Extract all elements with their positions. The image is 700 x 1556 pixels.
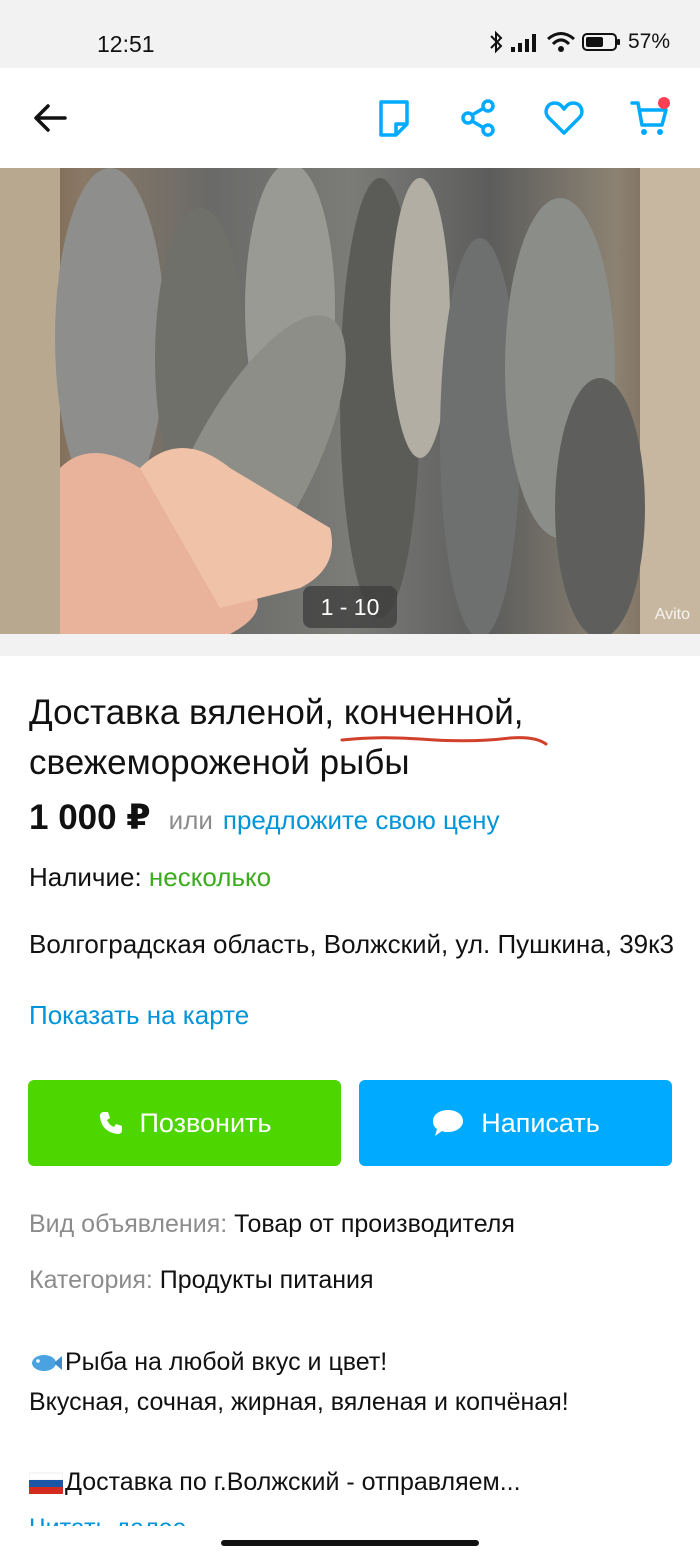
param-label: Категория: bbox=[29, 1266, 160, 1294]
share-icon bbox=[461, 99, 495, 137]
app-bar bbox=[0, 68, 700, 168]
message-button[interactable]: Написать bbox=[359, 1080, 672, 1166]
fish-emoji-icon bbox=[32, 1355, 62, 1372]
price: 1 000 ₽ bbox=[29, 798, 151, 837]
message-button-label: Написать bbox=[481, 1107, 600, 1138]
cart-badge bbox=[658, 97, 670, 109]
red-underline-mark bbox=[340, 736, 548, 746]
title-part-1: Доставка вяленой, bbox=[29, 693, 344, 732]
wifi-icon bbox=[547, 32, 575, 52]
listing-title: Доставка вяленой, конченной, свежемороже… bbox=[29, 688, 679, 788]
battery-icon bbox=[581, 33, 620, 51]
title-underlined-word: конченной bbox=[340, 688, 548, 746]
offer-price-link[interactable]: предложите свою цену bbox=[223, 805, 500, 836]
param-value: Продукты питания bbox=[159, 1266, 374, 1294]
address: Волгоградская область, Волжский, ул. Пуш… bbox=[29, 929, 674, 959]
description-text-3: Доставка по г.Волжский - отправляем... bbox=[65, 1468, 521, 1496]
bluetooth-icon bbox=[490, 30, 503, 54]
call-button-label: Позвонить bbox=[139, 1107, 272, 1138]
param-label: Вид объявления: bbox=[29, 1210, 235, 1238]
call-button[interactable]: Позвонить bbox=[28, 1080, 341, 1166]
system-nav-bar bbox=[0, 1526, 700, 1556]
param-ad-type: Вид объявления: Товар от производителя bbox=[29, 1210, 515, 1239]
avito-watermark: Avito bbox=[654, 606, 690, 623]
description-line-1: Рыба на любой вкус и цвет! bbox=[29, 1342, 689, 1382]
signal-icon bbox=[510, 34, 536, 52]
share-button[interactable] bbox=[456, 96, 500, 140]
chat-bubble-icon bbox=[433, 1110, 464, 1136]
availability: Наличие: несколько bbox=[29, 862, 271, 893]
availability-label: Наличие: bbox=[29, 862, 149, 892]
price-or: или bbox=[168, 805, 213, 835]
show-on-map-link[interactable]: Показать на карте bbox=[29, 1000, 249, 1031]
param-category: Категория: Продукты питания bbox=[29, 1266, 374, 1295]
listing-photo bbox=[0, 168, 700, 634]
russia-flag-icon bbox=[29, 1473, 63, 1495]
description-line-3: Доставка по г.Волжский - отправляем... bbox=[29, 1462, 689, 1502]
back-button[interactable] bbox=[28, 96, 72, 140]
note-icon bbox=[379, 100, 409, 137]
phone-icon bbox=[99, 1112, 122, 1134]
battery-percent: 57% bbox=[627, 30, 670, 53]
photo-gallery[interactable]: 1 - 10 Avito bbox=[0, 168, 700, 634]
photo-counter: 1 - 10 bbox=[303, 586, 397, 628]
status-time: 12:51 bbox=[97, 31, 155, 57]
section-divider bbox=[0, 634, 700, 656]
availability-value: несколько bbox=[148, 862, 272, 892]
heart-icon bbox=[544, 101, 584, 135]
cart-button[interactable] bbox=[628, 96, 672, 140]
price-row: 1 000 ₽ или предложите свою цену bbox=[29, 798, 499, 838]
status-icons: 57% bbox=[488, 30, 670, 54]
favorite-button[interactable] bbox=[542, 96, 586, 140]
description-line-2: Вкусная, сочная, жирная, вяленая и копчё… bbox=[29, 1388, 569, 1416]
title-underlined-text: конченной bbox=[343, 693, 514, 732]
description-text-1: Рыба на любой вкус и цвет! bbox=[65, 1348, 388, 1376]
home-gesture-bar[interactable] bbox=[221, 1540, 479, 1546]
status-bar: 12:51 57% bbox=[0, 0, 700, 68]
param-value: Товар от производителя bbox=[234, 1210, 515, 1238]
arrow-left-icon bbox=[34, 104, 67, 132]
note-button[interactable] bbox=[372, 96, 416, 140]
